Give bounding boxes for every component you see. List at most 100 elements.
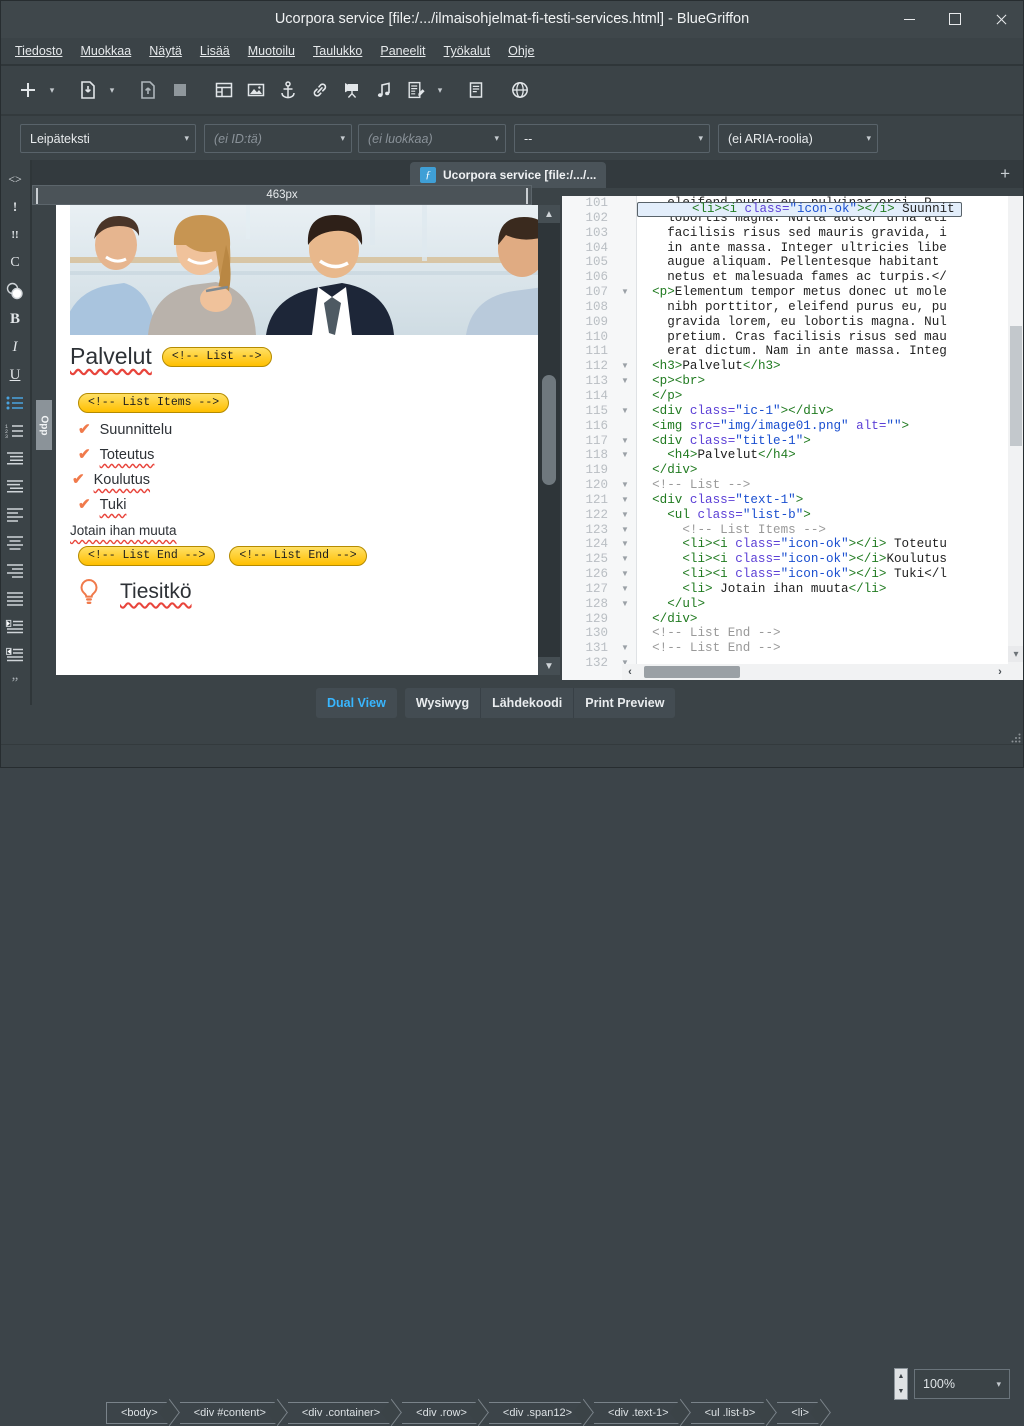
code-line[interactable]: in ante massa. Integer ultricies libe: [637, 241, 1024, 256]
tab-dual-view[interactable]: Dual View: [316, 688, 397, 718]
code-line[interactable]: </p>: [637, 389, 1024, 404]
insert-video-button[interactable]: [337, 73, 367, 107]
insert-audio-button[interactable]: [369, 73, 399, 107]
menu-nayta[interactable]: Näytä: [140, 41, 191, 61]
source-scrollbar-thumb[interactable]: [1010, 326, 1022, 446]
align-right-icon[interactable]: [2, 558, 28, 584]
zoom-decrease-icon[interactable]: ▼: [895, 1384, 907, 1399]
zoom-select[interactable]: 100% ▾: [914, 1369, 1010, 1399]
rtl-direction-icon[interactable]: [2, 642, 28, 668]
hero-image[interactable]: [70, 205, 538, 335]
decrease-indent-icon[interactable]: [2, 446, 28, 472]
list-item[interactable]: ✔ Toteutus: [78, 447, 522, 463]
numbered-list-icon[interactable]: 1 2 3: [2, 418, 28, 444]
source-hscrollbar-thumb[interactable]: [644, 666, 740, 678]
italic-icon[interactable]: I: [2, 334, 28, 360]
menu-tiedosto[interactable]: Tiedosto: [6, 41, 71, 61]
minimize-button[interactable]: [886, 0, 932, 38]
open-document-dropdown[interactable]: ▾: [104, 73, 120, 107]
code-line[interactable]: <p><br>: [637, 374, 1024, 389]
code-line[interactable]: augue aliquam. Pellentesque habitant: [637, 255, 1024, 270]
new-tab-button[interactable]: +: [1000, 164, 1010, 184]
insert-form-button[interactable]: [401, 73, 431, 107]
code-line[interactable]: erat dictum. Nam in ante massa. Integ: [637, 344, 1024, 359]
exclamation-icon[interactable]: !: [2, 194, 28, 220]
breadcrumb-item[interactable]: <div .container>: [287, 1402, 394, 1424]
breadcrumb-item[interactable]: <div .row>: [402, 1402, 480, 1424]
comment-badge-list-end-1[interactable]: <!-- List End -->: [78, 546, 216, 566]
align-center-icon[interactable]: [2, 530, 28, 556]
zoom-increase-icon[interactable]: ▲: [895, 1369, 907, 1384]
list-item[interactable]: ✔ Tuki: [78, 497, 522, 513]
source-code-pane[interactable]: 101 102 103 104 105 106 107 108 109 110 111 112 113 1…: [562, 196, 1024, 680]
code-line[interactable]: <p>Elementum tempor metus donec ut mole: [637, 285, 1024, 300]
bold-icon[interactable]: B: [2, 306, 28, 332]
code-line[interactable]: </ul>: [637, 597, 1024, 612]
code-line[interactable]: pretium. Cras facilisis risus sed mau: [637, 330, 1024, 345]
source-code-text[interactable]: eleifend purus eu, pulvinar orci. P lobo…: [637, 196, 1024, 680]
code-line[interactable]: <!-- List Items -->: [637, 523, 1024, 538]
code-line[interactable]: <li> Jotain ihan muuta</li>: [637, 582, 1024, 597]
stop-button[interactable]: [165, 73, 195, 107]
scrollbar-thumb[interactable]: [542, 375, 556, 485]
code-line[interactable]: <h4>Palvelut</h4>: [637, 448, 1024, 463]
fold-toggle-icon[interactable]: ▼: [614, 582, 636, 597]
fold-toggle-icon[interactable]: ▼: [614, 523, 636, 538]
plain-list-item[interactable]: Jotain ihan muuta: [70, 523, 522, 538]
tab-wysiwyg[interactable]: Wysiwyg: [404, 688, 482, 718]
fold-toggle-icon[interactable]: ▼: [614, 552, 636, 567]
fold-markers-column[interactable]: ▼ ▼ ▼ ▼ ▼ ▼ ▼ ▼ ▼ ▼ ▼ ▼ ▼ ▼ ▼ ▼ ▼: [614, 196, 637, 680]
class-select[interactable]: (ei luokkaa) ▾: [358, 124, 506, 153]
code-line[interactable]: <li><i class="icon-ok"></i> Tuki</l: [637, 567, 1024, 582]
side-panel-tab[interactable]: Opp: [36, 400, 52, 450]
align-left-icon[interactable]: [2, 502, 28, 528]
blockquote-icon[interactable]: ”: [2, 670, 28, 696]
code-line[interactable]: </div>: [637, 612, 1024, 627]
fold-toggle-icon[interactable]: ▼: [614, 448, 636, 463]
breadcrumb-item[interactable]: <div .text-1>: [594, 1402, 682, 1424]
comment-badge-list-items[interactable]: <!-- List Items -->: [78, 393, 230, 413]
wysiwyg-canvas[interactable]: Palvelut <!-- List --> <!-- List Items -…: [56, 205, 538, 675]
breadcrumb-item[interactable]: <body>: [106, 1402, 171, 1424]
code-line[interactable]: <img src="img/image01.png" alt="">: [637, 419, 1024, 434]
code-line[interactable]: <!-- List End -->: [637, 626, 1024, 641]
open-document-button[interactable]: [73, 73, 103, 107]
code-line[interactable]: nibh porttitor, eleifend purus eu, pu: [637, 300, 1024, 315]
clear-styles-icon[interactable]: C: [2, 250, 28, 276]
tab-print-preview[interactable]: Print Preview: [574, 688, 676, 718]
list-item[interactable]: ✔ Suunnittelu: [78, 422, 522, 438]
format-select[interactable]: Leipäteksti ▾: [20, 124, 196, 153]
browser-preview-button[interactable]: [505, 73, 535, 107]
breadcrumb-item[interactable]: <ul .list-b>: [690, 1402, 769, 1424]
double-exclamation-icon[interactable]: !!: [2, 222, 28, 248]
code-line[interactable]: netus et malesuada fames ac turpis.</: [637, 270, 1024, 285]
source-scroll-down-icon[interactable]: ▾: [1008, 646, 1024, 662]
insert-table-button[interactable]: [209, 73, 239, 107]
code-line[interactable]: <ul class="list-b">: [637, 508, 1024, 523]
menu-taulukko[interactable]: Taulukko: [304, 41, 371, 61]
source-scroll-right-icon[interactable]: ›: [992, 664, 1008, 680]
menu-muotoilu[interactable]: Muotoilu: [239, 41, 304, 61]
breadcrumb-item[interactable]: <li>: [777, 1402, 823, 1424]
code-line[interactable]: <div class="text-1">: [637, 493, 1024, 508]
zoom-spinner[interactable]: ▲ ▼: [894, 1368, 908, 1400]
code-line[interactable]: </div>: [637, 463, 1024, 478]
fold-toggle-icon[interactable]: ▼: [614, 478, 636, 493]
source-horizontal-scrollbar[interactable]: ‹ ›: [622, 664, 1008, 680]
fold-toggle-icon[interactable]: ▼: [614, 567, 636, 582]
resize-grip-icon[interactable]: [1011, 733, 1021, 743]
code-line[interactable]: <!-- List End -->: [637, 641, 1024, 656]
fold-toggle-icon[interactable]: ▼: [614, 359, 636, 374]
page-properties-button[interactable]: [461, 73, 491, 107]
source-scroll-left-icon[interactable]: ‹: [622, 664, 638, 680]
close-button[interactable]: [978, 0, 1024, 38]
menu-tyokalut[interactable]: Työkalut: [435, 41, 500, 61]
bullet-list-icon[interactable]: [2, 390, 28, 416]
fold-toggle-icon[interactable]: ▼: [614, 404, 636, 419]
menu-muokkaa[interactable]: Muokkaa: [71, 41, 140, 61]
new-document-dropdown[interactable]: ▾: [44, 73, 60, 107]
ltr-direction-icon[interactable]: [2, 614, 28, 640]
color-picker-icon[interactable]: [2, 278, 28, 304]
menu-paneelit[interactable]: Paneelit: [371, 41, 434, 61]
fold-toggle-icon[interactable]: ▼: [614, 285, 636, 300]
